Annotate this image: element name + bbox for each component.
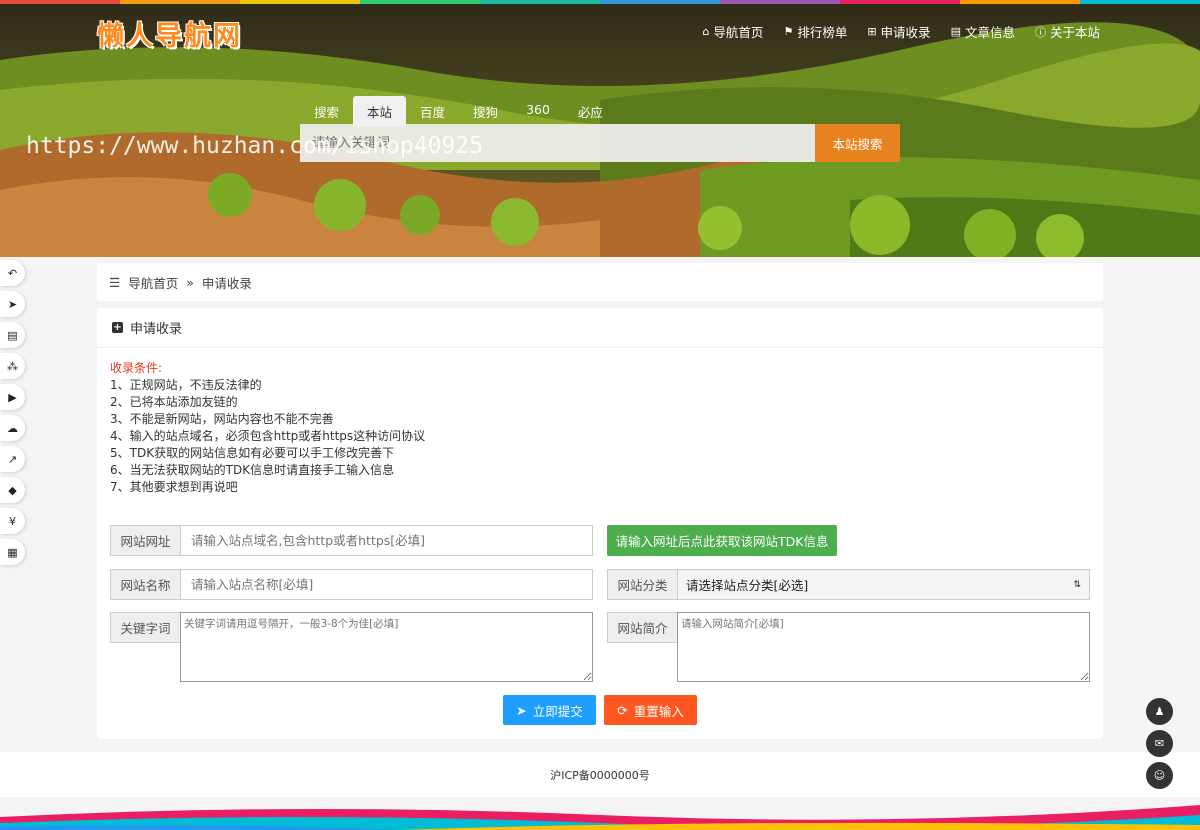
nav-about[interactable]: ⓘ 关于本站	[1035, 22, 1100, 41]
nav-label: 文章信息	[964, 25, 1015, 40]
search-tab-sogou[interactable]: 搜狗	[459, 96, 512, 127]
home-icon: ⌂	[702, 25, 710, 38]
search-button[interactable]: 本站搜索	[815, 124, 900, 162]
graduation-cap-icon[interactable]: ◆	[0, 477, 25, 503]
reply-icon[interactable]: ↶	[0, 260, 25, 286]
cloud-icon[interactable]: ☁	[0, 415, 25, 441]
nav-label: 导航首页	[713, 25, 764, 40]
top-color-strip	[0, 0, 1200, 4]
search-tab-search[interactable]: 搜索	[300, 96, 353, 127]
rule-item: 6、当无法获取网站的TDK信息时请直接手工输入信息	[110, 463, 395, 477]
qq-icon[interactable]: ♟	[1146, 698, 1173, 725]
search-tab-360[interactable]: 360	[512, 96, 564, 127]
breadcrumb-separator: »	[186, 274, 194, 290]
rule-item: 7、其他要求想到再说吧	[110, 480, 238, 494]
keywords-textarea[interactable]	[180, 612, 593, 682]
category-row: 网站分类 请选择站点分类[必选] ⇅	[607, 569, 1090, 600]
left-dock: ↶ ➤ ▤ ⁂ ▶ ☁ ↗ ◆ ¥ ▦	[0, 260, 25, 565]
sliders-icon: ☰	[109, 274, 121, 290]
fetch-tdk-button[interactable]: 请输入网址后点此获取该网站TDK信息	[607, 525, 837, 556]
telegram-icon: ➤	[516, 702, 527, 718]
footer-wave-decoration	[0, 797, 1200, 830]
nav-label: 申请收录	[880, 25, 931, 40]
url-label: 网站网址	[110, 525, 180, 556]
nav-home[interactable]: ⌂ 导航首页	[702, 22, 763, 41]
send-icon[interactable]: ➤	[0, 291, 25, 317]
info-icon: ⓘ	[1034, 25, 1046, 39]
panel-title: 申请收录	[130, 322, 183, 337]
wechat-icon[interactable]: ☺	[1146, 762, 1173, 789]
rule-item: 5、TDK获取的网站信息如有必要可以手工修改完善下	[110, 446, 395, 460]
icp-text[interactable]: 沪ICP备0000000号	[550, 767, 650, 783]
nav-label: 排行榜单	[797, 25, 848, 40]
refresh-icon: ⟳	[617, 702, 628, 718]
search-tab-site[interactable]: 本站	[353, 96, 407, 127]
nav-ranking[interactable]: ⚑ 排行榜单	[783, 22, 847, 41]
name-label: 网站名称	[110, 569, 180, 600]
rule-item: 2、已将本站添加友链的	[110, 395, 238, 409]
line-chart-icon[interactable]: ↗	[0, 446, 25, 472]
breadcrumb: ☰ 导航首页 » 申请收录	[97, 263, 1103, 301]
submit-site-panel: + 申请收录 收录条件: 1、正规网站，不违反法律的 2、已将本站添加友链的 3…	[97, 308, 1103, 739]
flag-icon: ⚑	[783, 25, 794, 38]
breadcrumb-home[interactable]: 导航首页	[128, 273, 178, 292]
description-textarea[interactable]	[677, 612, 1090, 682]
hero-banner: 懒人导航网 ⌂ 导航首页 ⚑ 排行榜单 ⊞ 申请收录 ▤ 文章信息 ⓘ 关于本站 搜索 本…	[0, 0, 1200, 257]
youtube-icon[interactable]: ▶	[0, 384, 25, 410]
reset-label: 重置输入	[633, 703, 684, 719]
name-row: 网站名称	[110, 569, 593, 600]
grid-icon[interactable]: ▦	[0, 539, 25, 565]
watermark-text: https://www.huzhan.com/ishop40925	[26, 133, 483, 159]
rule-item: 3、不能是新网站，网站内容也不能不完善	[110, 412, 334, 426]
yen-icon[interactable]: ¥	[0, 508, 25, 534]
name-input[interactable]	[180, 569, 593, 600]
keywords-row: 关键字词	[110, 612, 593, 682]
url-input[interactable]	[180, 525, 593, 556]
panel-header: + 申请收录	[97, 308, 1103, 348]
search-tabs: 搜索 本站 百度 搜狗 360 必应	[300, 96, 617, 127]
submit-button[interactable]: ➤ 立即提交	[503, 695, 596, 725]
top-nav: ⌂ 导航首页 ⚑ 排行榜单 ⊞ 申请收录 ▤ 文章信息 ⓘ 关于本站	[702, 22, 1100, 41]
cubes-icon[interactable]: ⁂	[0, 353, 25, 379]
plus-square-icon: ⊞	[867, 25, 877, 38]
nav-label: 关于本站	[1049, 25, 1100, 40]
file-icon[interactable]: ▤	[0, 322, 25, 348]
rule-item: 4、输入的站点域名，必须包含http或者https这种访问协议	[110, 429, 426, 443]
site-logo[interactable]: 懒人导航网	[97, 14, 242, 53]
description-label: 网站简介	[607, 612, 677, 643]
book-icon: ▤	[950, 25, 961, 38]
search-tab-baidu[interactable]: 百度	[406, 96, 459, 127]
envelope-icon[interactable]: ✉	[1146, 730, 1173, 757]
url-row: 网站网址	[110, 525, 593, 556]
select-arrows-icon: ⇅	[1073, 579, 1081, 590]
keywords-label: 关键字词	[110, 612, 180, 643]
breadcrumb-current: 申请收录	[201, 275, 252, 291]
nav-submit-site[interactable]: ⊞ 申请收录	[867, 22, 930, 41]
submit-label: 立即提交	[532, 703, 583, 719]
rules-list: 收录条件: 1、正规网站，不违反法律的 2、已将本站添加友链的 3、不能是新网站…	[110, 360, 425, 496]
plus-square-icon: +	[112, 322, 123, 333]
footer: 沪ICP备0000000号	[0, 752, 1200, 797]
category-value: 请选择站点分类[必选]	[686, 578, 809, 593]
category-label: 网站分类	[607, 569, 677, 600]
search-tab-bing[interactable]: 必应	[564, 96, 617, 127]
rules-title: 收录条件:	[110, 361, 163, 375]
right-float-buttons: ♟ ✉ ☺	[1146, 698, 1173, 789]
nav-articles[interactable]: ▤ 文章信息	[951, 22, 1015, 41]
description-row: 网站简介	[607, 612, 1090, 682]
category-select[interactable]: 请选择站点分类[必选] ⇅	[677, 569, 1090, 600]
reset-button[interactable]: ⟳ 重置输入	[604, 695, 697, 725]
rule-item: 1、正规网站，不违反法律的	[110, 378, 262, 392]
